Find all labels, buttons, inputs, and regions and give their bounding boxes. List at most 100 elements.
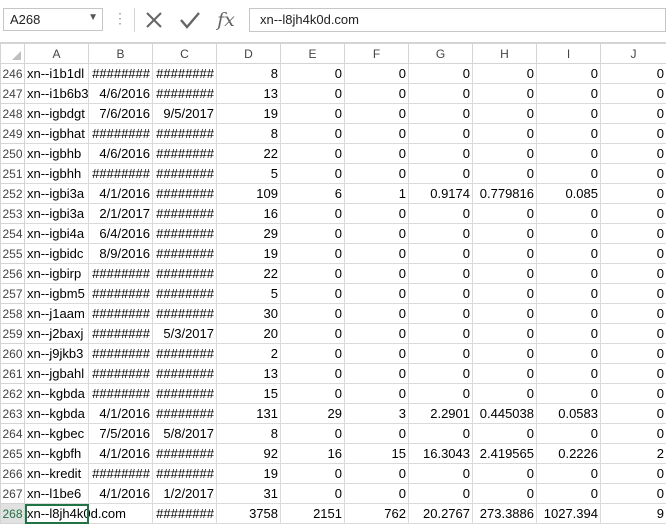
cell-e[interactable]: 0 [280, 323, 345, 344]
cell-g[interactable]: 0 [408, 223, 473, 244]
cell-a[interactable]: xn--igbidc [24, 243, 89, 264]
cell-g[interactable]: 0 [408, 163, 473, 184]
cell-g[interactable]: 0 [408, 263, 473, 284]
cell-e[interactable]: 0 [280, 123, 345, 144]
cell-i[interactable]: 0 [536, 63, 601, 84]
row-header[interactable]: 267 [0, 483, 25, 504]
cell-d[interactable]: 109 [216, 183, 281, 204]
cell-g[interactable]: 0 [408, 83, 473, 104]
cell-a[interactable]: xn--igbdgt [24, 103, 89, 124]
cell-g[interactable]: 0 [408, 323, 473, 344]
cell-g[interactable]: 16.3043 [408, 443, 473, 464]
cell-c[interactable]: ######## [152, 223, 217, 244]
cell-j[interactable]: 0 [600, 123, 666, 144]
cell-b[interactable]: 4/1/2016 [88, 443, 153, 464]
cell-c[interactable]: ######## [152, 143, 217, 164]
column-header-g[interactable]: G [408, 43, 473, 64]
cell-g[interactable]: 0 [408, 423, 473, 444]
cell-c[interactable]: ######## [152, 263, 217, 284]
cell-e[interactable]: 16 [280, 443, 345, 464]
cell-g[interactable]: 0 [408, 303, 473, 324]
cell-e[interactable]: 0 [280, 203, 345, 224]
cell-c[interactable]: ######## [152, 83, 217, 104]
row-header[interactable]: 260 [0, 343, 25, 364]
cell-e[interactable]: 0 [280, 83, 345, 104]
cell-h[interactable]: 2.419565 [472, 443, 537, 464]
row-header[interactable]: 265 [0, 443, 25, 464]
row-header[interactable]: 264 [0, 423, 25, 444]
column-header-i[interactable]: I [536, 43, 601, 64]
cell-a[interactable]: xn--j1aam [24, 303, 89, 324]
cell-b[interactable]: 7/5/2016 [88, 423, 153, 444]
cell-c[interactable]: ######## [152, 243, 217, 264]
cell-d[interactable]: 16 [216, 203, 281, 224]
cell-c[interactable]: ######## [152, 403, 217, 424]
cell-g[interactable]: 0 [408, 483, 473, 504]
cell-e[interactable]: 6 [280, 183, 345, 204]
row-header[interactable]: 261 [0, 363, 25, 384]
cell-a[interactable]: xn--kgbec [24, 423, 89, 444]
cell-d[interactable]: 19 [216, 463, 281, 484]
cell-i[interactable]: 0 [536, 83, 601, 104]
cell-j[interactable]: 0 [600, 263, 666, 284]
cell-d[interactable]: 8 [216, 123, 281, 144]
cell-d[interactable]: 19 [216, 243, 281, 264]
cell-i[interactable]: 0 [536, 143, 601, 164]
cell-b[interactable]: ######## [88, 343, 153, 364]
cell-b[interactable]: ######## [88, 283, 153, 304]
cell-e[interactable]: 0 [280, 343, 345, 364]
cell-h[interactable]: 0 [472, 143, 537, 164]
cell-c[interactable]: ######## [152, 283, 217, 304]
cell-c[interactable]: ######## [152, 463, 217, 484]
cell-j[interactable]: 0 [600, 403, 666, 424]
enter-button[interactable] [176, 6, 204, 34]
cell-f[interactable]: 0 [344, 303, 409, 324]
cell-g[interactable]: 0 [408, 343, 473, 364]
cell-h[interactable]: 0 [472, 303, 537, 324]
cell-c[interactable]: ######## [152, 303, 217, 324]
cell-h[interactable]: 0 [472, 63, 537, 84]
cell-f[interactable]: 3 [344, 403, 409, 424]
cell-g[interactable]: 0 [408, 103, 473, 124]
cell-h[interactable]: 0 [472, 423, 537, 444]
cell-e[interactable]: 0 [280, 223, 345, 244]
select-all-corner[interactable] [0, 43, 25, 64]
column-header-f[interactable]: F [344, 43, 409, 64]
cell-h[interactable]: 0 [472, 223, 537, 244]
cell-i[interactable]: 0 [536, 203, 601, 224]
cell-d[interactable]: 92 [216, 443, 281, 464]
cell-j[interactable]: 0 [600, 183, 666, 204]
cancel-button[interactable] [140, 6, 168, 34]
cell-g[interactable]: 0 [408, 143, 473, 164]
cell-c[interactable]: 9/5/2017 [152, 103, 217, 124]
cell-c[interactable]: ######## [152, 343, 217, 364]
cell-g[interactable]: 0 [408, 383, 473, 404]
cell-h[interactable]: 0 [472, 103, 537, 124]
cell-b[interactable]: 4/1/2016 [88, 483, 153, 504]
cell-a[interactable]: xn--igbi3a [24, 203, 89, 224]
cell-h[interactable]: 0 [472, 263, 537, 284]
cell-a[interactable]: xn--igbhb [24, 143, 89, 164]
cell-a[interactable]: xn--l8jh4k0d.com [24, 503, 126, 524]
cell-f[interactable]: 0 [344, 123, 409, 144]
cell-c[interactable]: ######## [152, 503, 217, 524]
cell-g[interactable]: 0 [408, 243, 473, 264]
row-header[interactable]: 256 [0, 263, 25, 284]
cell-g[interactable]: 0.9174 [408, 183, 473, 204]
column-header-c[interactable]: C [152, 43, 217, 64]
cell-c[interactable]: 5/3/2017 [152, 323, 217, 344]
cell-d[interactable]: 131 [216, 403, 281, 424]
column-header-d[interactable]: D [216, 43, 281, 64]
cell-a[interactable]: xn--j2baxj [24, 323, 89, 344]
cell-f[interactable]: 0 [344, 343, 409, 364]
cell-f[interactable]: 0 [344, 223, 409, 244]
cell-c[interactable]: ######## [152, 383, 217, 404]
cell-i[interactable]: 0 [536, 423, 601, 444]
cell-h[interactable]: 0 [472, 163, 537, 184]
cell-j[interactable]: 0 [600, 103, 666, 124]
cell-h[interactable]: 0.445038 [472, 403, 537, 424]
cell-e[interactable]: 0 [280, 263, 345, 284]
cell-j[interactable]: 0 [600, 203, 666, 224]
cell-i[interactable]: 0 [536, 243, 601, 264]
cell-j[interactable]: 0 [600, 323, 666, 344]
